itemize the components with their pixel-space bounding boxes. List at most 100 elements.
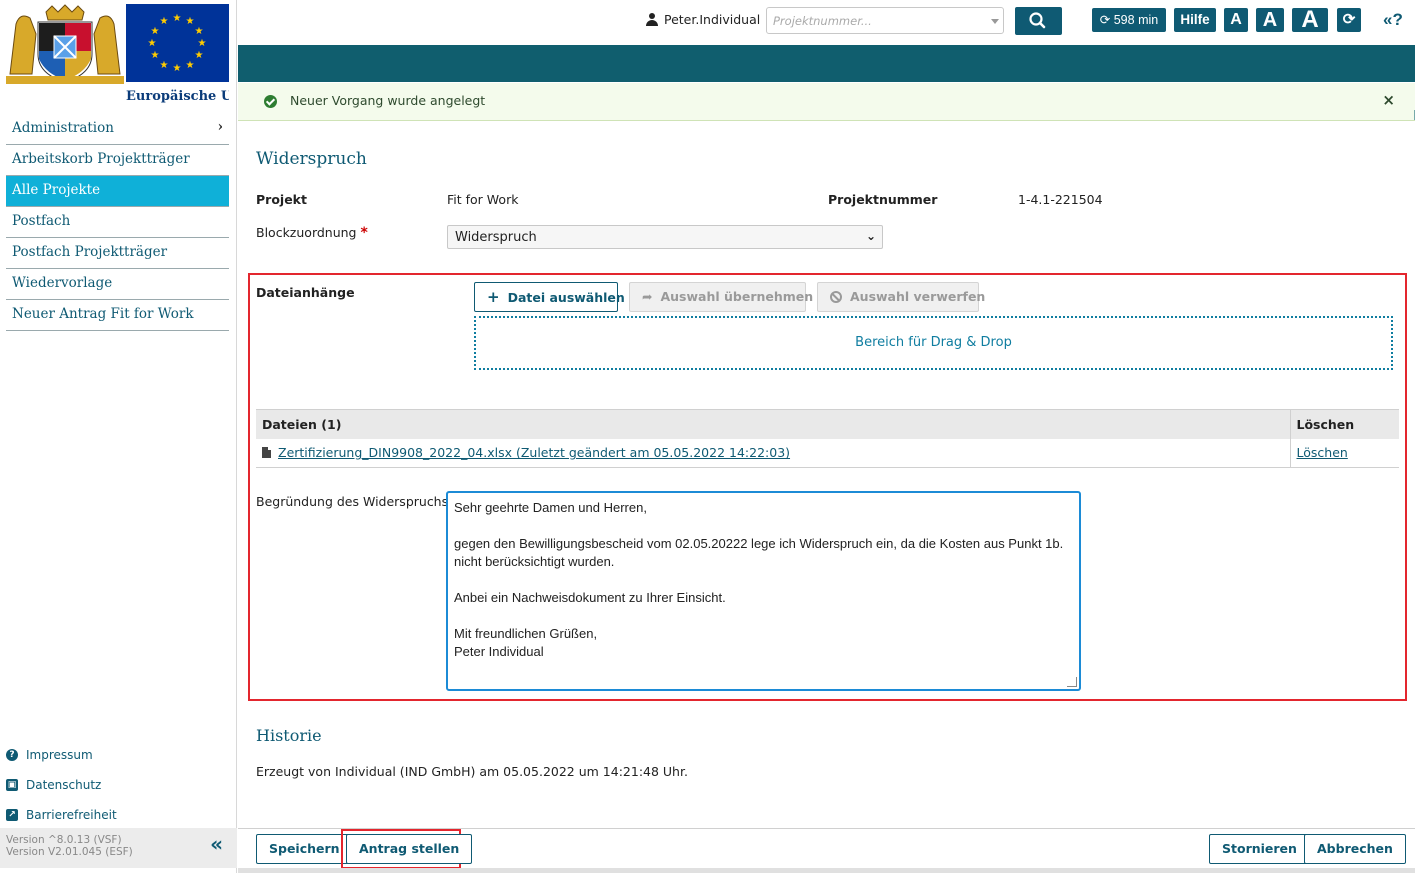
projekt-label: Projekt [256, 192, 307, 207]
table-row: Zertifizierung_DIN9908_2022_04.xlsx (Zul… [256, 438, 1399, 468]
logo-area: ★★★ ★★★ ★★★ ★★★ Europäische Union [6, 4, 229, 110]
chevron-right-icon: › [217, 119, 223, 135]
blockzuordnung-selected: Widerspruch [455, 230, 537, 245]
abort-button[interactable]: Abbrechen [1304, 834, 1406, 864]
delete-column-header: Löschen [1289, 409, 1399, 439]
sidebar-item-label: Arbeitskorb Projektträger [12, 151, 190, 167]
sidebar-item-label: Postfach [12, 213, 71, 229]
svg-text:★: ★ [198, 38, 207, 49]
reset-font-button[interactable]: ⟳ [1337, 8, 1361, 32]
begruendung-text: Sehr geehrte Damen und Herren, gegen den… [454, 500, 1064, 659]
bottom-strip [238, 868, 1415, 873]
impressum-label: Impressum [26, 748, 93, 762]
sidebar: ★★★ ★★★ ★★★ ★★★ Europäische Union Admini… [0, 0, 237, 873]
share-icon: ➦ [642, 289, 653, 304]
sidebar-item-label: Administration [12, 120, 114, 136]
help-button[interactable]: Hilfe [1174, 8, 1216, 32]
sidebar-item-administration[interactable]: Administration › [6, 114, 229, 145]
top-bar: Peter.Individual Projektnummer... ⟳ 598 … [238, 0, 1415, 44]
resize-grip-icon[interactable] [1067, 677, 1077, 687]
datenschutz-label: Datenschutz [26, 778, 102, 792]
sidebar-item-wiedervorlage[interactable]: Wiedervorlage [6, 269, 229, 300]
id-card-icon: ▣ [6, 779, 18, 791]
blockzuordnung-label: Blockzuordnung * [256, 225, 368, 241]
svg-text:★: ★ [173, 13, 182, 24]
project-number-placeholder: Projektnummer... [773, 14, 872, 28]
begruendung-textarea[interactable]: Sehr geehrte Damen und Herren, gegen den… [446, 491, 1081, 691]
close-icon[interactable]: × [1382, 91, 1395, 109]
page-title: Widerspruch [256, 149, 367, 169]
files-table: Dateien (1) Löschen Zertifizierung_DIN99… [256, 409, 1399, 468]
sidebar-item-alle-projekte[interactable]: Alle Projekte [6, 176, 229, 207]
version-info: Version ^8.0.13 (VSF) Version V2.01.045 … [0, 828, 237, 868]
session-timer-button[interactable]: ⟳ 598 min [1092, 8, 1166, 32]
impressum-link[interactable]: ? Impressum [6, 740, 229, 770]
bavaria-coat-of-arms-logo [6, 4, 124, 84]
svg-text:★: ★ [186, 60, 195, 71]
discard-selection-label: Auswahl verwerfen [850, 289, 986, 304]
help-circle-icon: ? [6, 749, 18, 761]
refresh-icon: ⟳ [1099, 13, 1111, 27]
caret-down-icon [991, 19, 999, 24]
svg-text:★: ★ [173, 63, 182, 74]
delete-file-link[interactable]: Löschen [1297, 445, 1348, 460]
drag-drop-zone[interactable]: Bereich für Drag & Drop [474, 316, 1393, 370]
sidebar-item-label: Postfach Projektträger [12, 244, 168, 260]
notification-message: Neuer Vorgang wurde angelegt [290, 93, 486, 108]
svg-text:★: ★ [151, 50, 160, 61]
submit-application-button[interactable]: Antrag stellen [346, 834, 473, 864]
dateianhaenge-label: Dateianhänge [256, 285, 355, 300]
svg-text:★: ★ [186, 16, 195, 27]
files-column-header: Dateien (1) [256, 409, 1290, 439]
collapse-sidebar-icon[interactable]: « [210, 834, 223, 854]
eu-label: Europäische Union [126, 89, 229, 104]
discard-selection-button[interactable]: Auswahl verwerfen [817, 282, 985, 312]
projekt-value: Fit for Work [447, 192, 519, 207]
sidebar-item-neuer-antrag[interactable]: Neuer Antrag Fit for Work [6, 300, 229, 331]
project-number-select[interactable]: Projektnummer... [766, 7, 1004, 34]
required-marker: * [360, 225, 368, 241]
files-table-header: Dateien (1) Löschen [256, 409, 1399, 439]
svg-text:★: ★ [160, 60, 169, 71]
external-link-icon: ↗ [6, 809, 18, 821]
chevron-down-icon: ⌄ [865, 229, 876, 243]
sidebar-item-label: Neuer Antrag Fit for Work [12, 306, 194, 322]
blockzuordnung-label-text: Blockzuordnung [256, 225, 357, 240]
user-info[interactable]: Peter.Individual [646, 12, 760, 27]
save-button[interactable]: Speichern [256, 834, 353, 864]
datenschutz-link[interactable]: ▣ Datenschutz [6, 770, 229, 800]
font-size-small-button[interactable]: A [1224, 8, 1248, 32]
action-bar: Speichern Antrag stellen Stornieren Abbr… [238, 828, 1415, 869]
delete-cell: Löschen [1289, 438, 1399, 468]
file-cell: Zertifizierung_DIN9908_2022_04.xlsx (Zul… [256, 438, 1290, 468]
sidebar-item-label: Alle Projekte [12, 182, 101, 198]
barrierefreiheit-link[interactable]: ↗ Barrierefreiheit [6, 800, 229, 830]
user-icon [646, 13, 658, 26]
plus-icon: + [487, 288, 500, 306]
success-notification: Neuer Vorgang wurde angelegt × [238, 83, 1415, 121]
history-title: Historie [256, 726, 322, 745]
check-circle-icon [264, 95, 277, 108]
barrierefreiheit-label: Barrierefreiheit [26, 808, 117, 822]
version-line-esf: Version V2.01.045 (ESF) [6, 846, 133, 858]
projektnummer-value: 1-4.1-221504 [1018, 192, 1103, 207]
version-line-vsf: Version ^8.0.13 (VSF) [6, 834, 122, 846]
select-file-button[interactable]: + Datei auswählen [474, 282, 625, 312]
font-size-medium-button[interactable]: A [1256, 8, 1284, 32]
svg-text:★: ★ [160, 16, 169, 27]
sidebar-item-arbeitskorb[interactable]: Arbeitskorb Projektträger [6, 145, 229, 176]
history-entry: Erzeugt von Individual (IND GmbH) am 05.… [256, 764, 688, 779]
font-size-large-button[interactable]: A [1292, 8, 1328, 32]
sidebar-item-postfach[interactable]: Postfach [6, 207, 229, 238]
begruendung-label: Begründung des Widerspruchs [256, 494, 449, 509]
session-timer-label: 598 min [1113, 13, 1159, 27]
header-band [238, 45, 1415, 82]
file-link[interactable]: Zertifizierung_DIN9908_2022_04.xlsx (Zul… [278, 445, 790, 460]
search-button[interactable] [1015, 7, 1062, 35]
collapse-header-button[interactable]: «? [1383, 10, 1403, 30]
svg-text:★: ★ [148, 38, 157, 49]
accept-selection-button[interactable]: ➦ Auswahl übernehmen [629, 282, 813, 312]
cancel-button[interactable]: Stornieren [1209, 834, 1310, 864]
sidebar-item-postfach-projekttraeger[interactable]: Postfach Projektträger [6, 238, 229, 269]
blockzuordnung-select[interactable]: Widerspruch ⌄ [447, 225, 883, 249]
